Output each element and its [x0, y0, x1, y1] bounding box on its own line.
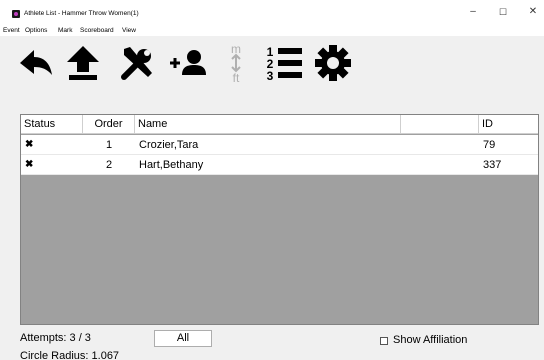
- status-cell: ✖: [25, 139, 34, 150]
- column-header-name[interactable]: Name: [135, 115, 401, 134]
- athlete-table: Status Order Name ID ✖ 1 Crozier,Tara 79…: [20, 114, 539, 325]
- checkbox-box[interactable]: [380, 336, 388, 345]
- metric-feet-toggle-icon: m ft: [231, 42, 241, 85]
- window-title: Athlete List - Hammer Throw Women(1): [24, 10, 139, 17]
- add-person-icon: [170, 50, 206, 75]
- all-button[interactable]: All: [154, 330, 212, 347]
- menu-scoreboard[interactable]: Scoreboard: [80, 27, 114, 35]
- settings-button[interactable]: [311, 41, 355, 85]
- add-athlete-button[interactable]: [165, 41, 209, 85]
- maximize-button[interactable]: ☐: [495, 4, 511, 20]
- app-icon: [12, 10, 20, 18]
- menu-options[interactable]: Options: [25, 27, 47, 35]
- order-list-button[interactable]: 1 2 3: [262, 41, 306, 85]
- table-row[interactable]: ✖ 1 Crozier,Tara 79: [21, 135, 538, 155]
- metric-feet-toggle-button[interactable]: m ft: [214, 41, 258, 85]
- back-arrow-icon: [20, 50, 52, 75]
- back-button[interactable]: [14, 41, 58, 85]
- circle-radius-label: Circle Radius: 1.067: [20, 350, 120, 360]
- menu-event[interactable]: Event: [3, 27, 20, 35]
- minimize-button[interactable]: –: [465, 4, 481, 20]
- gear-icon: [315, 45, 351, 81]
- attempts-label: Attempts: 3 / 3: [20, 332, 91, 344]
- column-header-id[interactable]: ID: [479, 115, 538, 134]
- column-header-order[interactable]: Order: [83, 115, 135, 134]
- close-button[interactable]: ✕: [525, 4, 541, 20]
- id-cell: 337: [483, 159, 502, 171]
- name-cell: Crozier,Tara: [139, 139, 199, 151]
- toolbar: m ft 1 2 3: [0, 36, 544, 92]
- feet-label: ft: [233, 71, 240, 85]
- tools-button[interactable]: [116, 41, 160, 85]
- title-bar: Athlete List - Hammer Throw Women(1) – ☐…: [0, 0, 544, 24]
- column-header-blank[interactable]: [401, 115, 479, 134]
- table-row[interactable]: ✖ 2 Hart,Bethany 337: [21, 155, 538, 175]
- order-cell: 2: [105, 159, 113, 171]
- column-header-status[interactable]: Status: [21, 115, 83, 134]
- order-cell: 1: [105, 139, 113, 151]
- upload-arrow-icon: [67, 46, 99, 80]
- menu-bar: Event Options Mark Scoreboard View: [0, 24, 544, 36]
- menu-view[interactable]: View: [122, 27, 136, 35]
- status-cell: ✖: [25, 159, 34, 170]
- show-affiliation-checkbox[interactable]: Show Affiliation: [380, 334, 467, 347]
- table-header: Status Order Name ID: [21, 115, 538, 134]
- tools-icon: [121, 47, 152, 80]
- svg-text:3: 3: [267, 69, 274, 83]
- id-cell: 79: [483, 139, 496, 151]
- numbered-list-icon: 1 2 3: [267, 45, 302, 83]
- menu-mark[interactable]: Mark: [58, 27, 72, 35]
- upload-button[interactable]: [61, 41, 105, 85]
- name-cell: Hart,Bethany: [139, 159, 204, 171]
- show-affiliation-label: Show Affiliation: [393, 334, 468, 346]
